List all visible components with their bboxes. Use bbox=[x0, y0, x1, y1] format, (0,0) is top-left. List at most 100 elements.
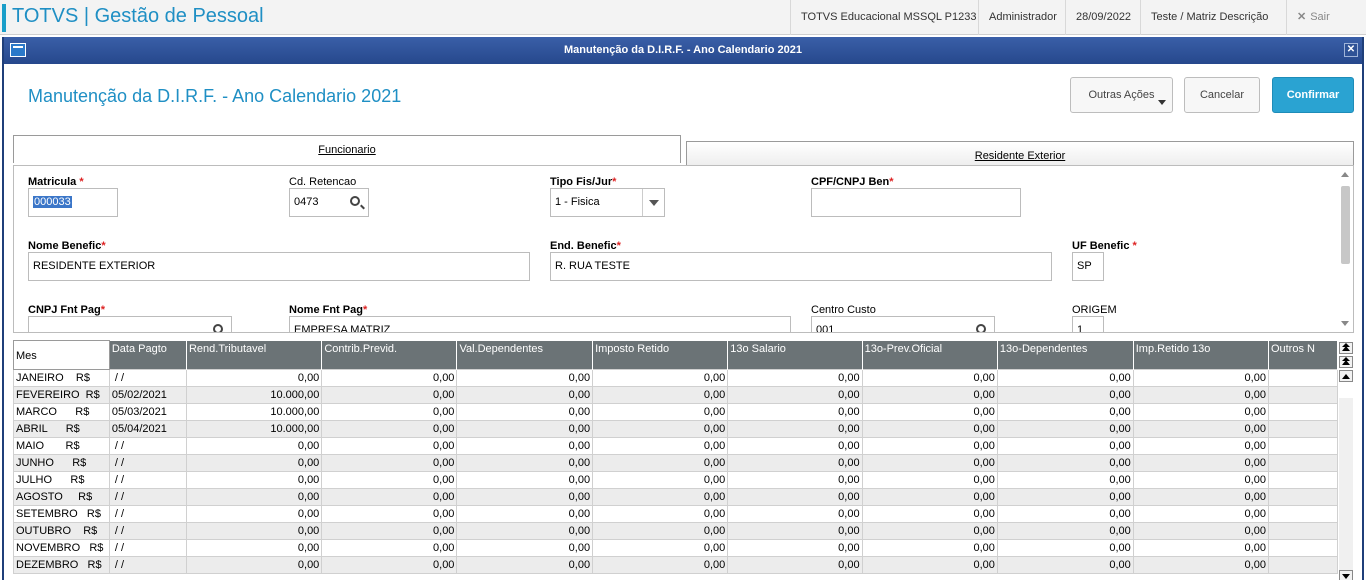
table-cell[interactable]: 0,00 bbox=[321, 505, 458, 523]
table-cell[interactable]: 0,00 bbox=[861, 420, 998, 438]
table-cell[interactable]: 0,00 bbox=[727, 369, 863, 387]
table-cell[interactable]: 0,00 bbox=[1132, 437, 1269, 455]
table-cell[interactable]: / / bbox=[108, 522, 187, 540]
table-cell[interactable]: 10.000,00 bbox=[185, 386, 323, 404]
table-cell[interactable]: 0,00 bbox=[592, 403, 729, 421]
table-cell[interactable]: 10.000,00 bbox=[185, 420, 323, 438]
table-cell[interactable]: 0,00 bbox=[321, 420, 458, 438]
table-cell[interactable]: 0,00 bbox=[727, 522, 863, 540]
exit-button[interactable]: ✕ Sair bbox=[1286, 0, 1366, 35]
table-cell[interactable]: 0,00 bbox=[456, 522, 594, 540]
table-cell[interactable]: 0,00 bbox=[456, 556, 594, 574]
month-cell[interactable]: JANEIRO R$ bbox=[13, 369, 110, 387]
column-header[interactable]: 13o Salario bbox=[727, 340, 863, 370]
cnpj-fnt-pag-field[interactable] bbox=[28, 316, 232, 332]
month-cell[interactable]: SETEMBRO R$ bbox=[13, 505, 110, 523]
table-cell[interactable]: 0,00 bbox=[592, 522, 729, 540]
table-cell[interactable]: 0,00 bbox=[1132, 420, 1269, 438]
table-cell[interactable]: / / bbox=[108, 505, 187, 523]
table-cell[interactable]: 05/03/2021 bbox=[108, 403, 187, 421]
table-cell[interactable]: 0,00 bbox=[861, 488, 998, 506]
table-cell[interactable]: 0,00 bbox=[861, 454, 998, 472]
table-cell[interactable] bbox=[1267, 471, 1338, 489]
table-cell[interactable]: 0,00 bbox=[1132, 556, 1269, 574]
table-cell[interactable]: 0,00 bbox=[185, 488, 323, 506]
table-cell[interactable]: 0,00 bbox=[727, 420, 863, 438]
table-cell[interactable]: 0,00 bbox=[592, 488, 729, 506]
search-icon[interactable] bbox=[976, 324, 986, 332]
table-cell[interactable]: 0,00 bbox=[456, 539, 594, 557]
table-row[interactable]: JANEIRO R$ / /0,00 0,00 0,00 0,00 0,00 0,00 0,… bbox=[13, 369, 1338, 387]
table-cell[interactable]: 0,00 bbox=[321, 403, 458, 421]
table-cell[interactable]: 0,00 bbox=[996, 556, 1134, 574]
column-header[interactable]: Imposto Retido bbox=[592, 340, 729, 370]
row-down-icon[interactable] bbox=[1339, 570, 1353, 580]
grid-scrollbar[interactable] bbox=[1339, 398, 1353, 578]
table-cell[interactable]: 0,00 bbox=[456, 386, 594, 404]
more-actions-button[interactable]: Outras Ações bbox=[1070, 77, 1173, 113]
user-label[interactable]: Administrador bbox=[978, 0, 1067, 35]
table-cell[interactable]: 0,00 bbox=[185, 437, 323, 455]
table-row[interactable]: SETEMBRO R$ / /0,00 0,00 0,00 0,00 0,00 0,00 0… bbox=[13, 505, 1338, 523]
table-cell[interactable]: 0,00 bbox=[996, 420, 1134, 438]
table-row[interactable]: JUNHO R$ / /0,00 0,00 0,00 0,00 0,00 0,00 0,00… bbox=[13, 454, 1338, 472]
month-cell[interactable]: AGOSTO R$ bbox=[13, 488, 110, 506]
table-cell[interactable]: 0,00 bbox=[861, 556, 998, 574]
table-cell[interactable]: 0,00 bbox=[1132, 471, 1269, 489]
table-cell[interactable]: 0,00 bbox=[185, 471, 323, 489]
table-cell[interactable] bbox=[1267, 505, 1338, 523]
table-cell[interactable]: 0,00 bbox=[996, 403, 1134, 421]
table-cell[interactable]: 0,00 bbox=[996, 369, 1134, 387]
table-cell[interactable]: 0,00 bbox=[321, 369, 458, 387]
month-cell[interactable]: MARCO R$ bbox=[13, 403, 110, 421]
table-cell[interactable]: 0,00 bbox=[185, 454, 323, 472]
table-cell[interactable]: 0,00 bbox=[321, 437, 458, 455]
table-row[interactable]: DEZEMBRO R$ / /0,00 0,00 0,00 0,00 0,00 0,00 0… bbox=[13, 556, 1338, 574]
table-cell[interactable]: / / bbox=[108, 369, 187, 387]
end-benefic-field[interactable]: R. RUA TESTE bbox=[550, 252, 1052, 281]
table-cell[interactable]: 0,00 bbox=[1132, 539, 1269, 557]
table-row[interactable]: OUTUBRO R$ / /0,00 0,00 0,00 0,00 0,00 0,00 0,… bbox=[13, 522, 1338, 540]
cd-retencao-field[interactable]: 0473 bbox=[289, 188, 369, 217]
column-header[interactable]: Mes bbox=[13, 340, 110, 370]
table-cell[interactable]: 0,00 bbox=[861, 403, 998, 421]
uf-benefic-field[interactable]: SP bbox=[1072, 252, 1104, 281]
table-cell[interactable]: 0,00 bbox=[861, 539, 998, 557]
month-cell[interactable]: OUTUBRO R$ bbox=[13, 522, 110, 540]
table-cell[interactable]: 0,00 bbox=[592, 437, 729, 455]
table-cell[interactable] bbox=[1267, 454, 1338, 472]
matricula-field[interactable]: 000033 bbox=[28, 188, 118, 217]
table-cell[interactable]: 0,00 bbox=[456, 505, 594, 523]
table-cell[interactable]: 10.000,00 bbox=[185, 403, 323, 421]
table-row[interactable]: FEVEREIRO R$ 05/02/2021 10.000,00 0,00 0,00 0… bbox=[13, 386, 1338, 404]
table-cell[interactable]: 0,00 bbox=[321, 522, 458, 540]
table-cell[interactable] bbox=[1267, 437, 1338, 455]
table-cell[interactable]: 0,00 bbox=[321, 556, 458, 574]
chevron-down-icon[interactable] bbox=[642, 189, 664, 216]
table-cell[interactable]: 0,00 bbox=[592, 539, 729, 557]
table-cell[interactable] bbox=[1267, 539, 1338, 557]
table-cell[interactable]: 0,00 bbox=[727, 386, 863, 404]
table-cell[interactable]: 0,00 bbox=[592, 420, 729, 438]
table-cell[interactable]: 0,00 bbox=[456, 454, 594, 472]
table-cell[interactable]: 0,00 bbox=[996, 505, 1134, 523]
confirm-button[interactable]: Confirmar bbox=[1272, 77, 1354, 113]
table-cell[interactable]: 0,00 bbox=[592, 369, 729, 387]
tipo-fis-jur-select[interactable]: 1 - Fisica bbox=[550, 188, 665, 217]
table-cell[interactable]: 0,00 bbox=[185, 539, 323, 557]
table-cell[interactable]: 0,00 bbox=[861, 522, 998, 540]
table-cell[interactable]: 0,00 bbox=[861, 437, 998, 455]
table-cell[interactable]: 0,00 bbox=[185, 556, 323, 574]
table-cell[interactable]: 0,00 bbox=[1132, 454, 1269, 472]
table-row[interactable]: AGOSTO R$ / /0,00 0,00 0,00 0,00 0,00 0,00 0,0… bbox=[13, 488, 1338, 506]
dialog-close-button[interactable]: ✕ bbox=[1344, 43, 1358, 57]
table-cell[interactable]: 0,00 bbox=[727, 505, 863, 523]
table-cell[interactable]: 05/02/2021 bbox=[108, 386, 187, 404]
table-cell[interactable]: 05/04/2021 bbox=[108, 420, 187, 438]
table-cell[interactable]: 0,00 bbox=[592, 386, 729, 404]
column-header[interactable]: Imp.Retido 13o bbox=[1133, 340, 1269, 370]
table-cell[interactable]: 0,00 bbox=[1132, 403, 1269, 421]
nome-fnt-pag-field[interactable]: EMPRESA MATRIZ bbox=[289, 316, 791, 332]
cancel-button[interactable]: Cancelar bbox=[1184, 77, 1260, 113]
table-cell[interactable]: / / bbox=[108, 539, 187, 557]
